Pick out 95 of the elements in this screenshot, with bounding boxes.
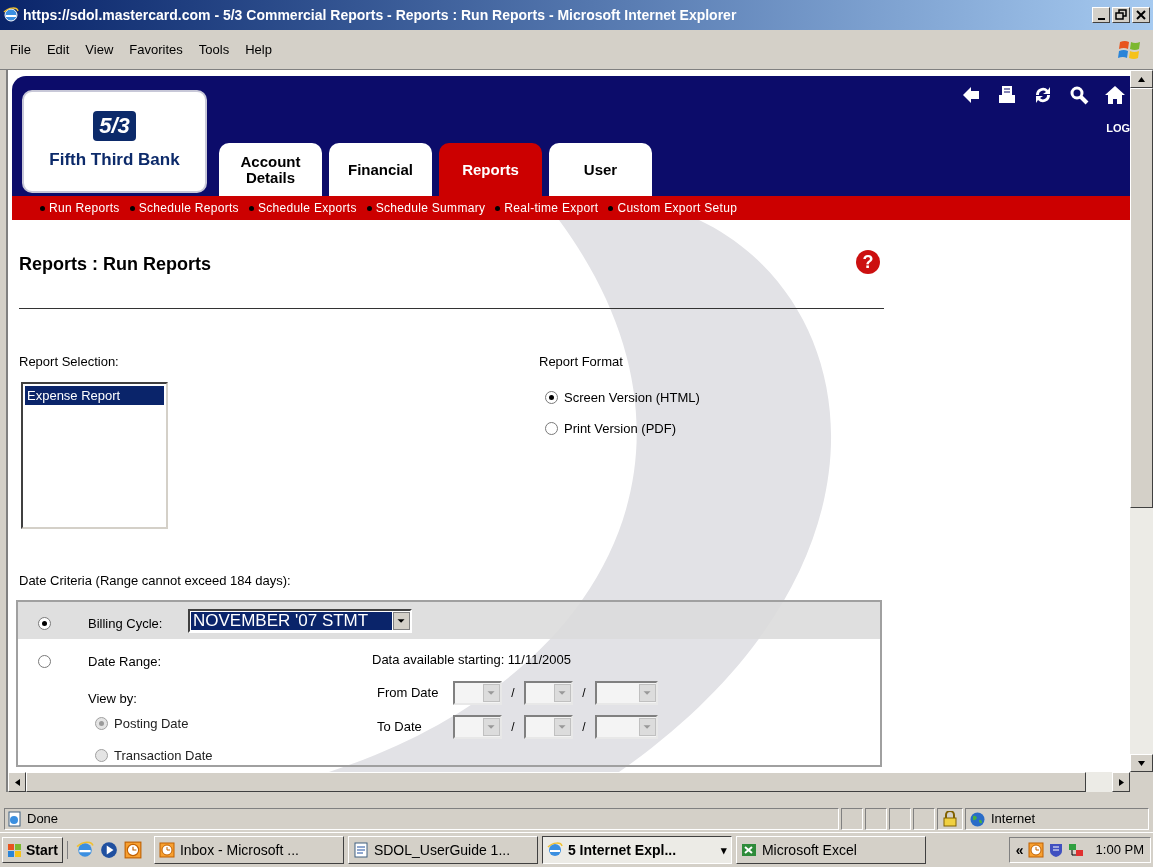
menu-item[interactable]: Tools bbox=[190, 39, 238, 60]
nav-tab[interactable]: Financial bbox=[329, 143, 432, 196]
option-label: Print Version (PDF) bbox=[564, 420, 676, 438]
report-list[interactable]: Expense Report bbox=[21, 381, 168, 529]
subnav-link[interactable]: Run Reports bbox=[49, 199, 120, 217]
browser-icon bbox=[546, 842, 563, 858]
subnav-link[interactable]: Schedule Summary bbox=[375, 199, 486, 217]
status-text: Done bbox=[27, 810, 59, 829]
log-out-link[interactable]: LOG bbox=[1106, 120, 1130, 137]
field-label: Report Format bbox=[539, 353, 624, 371]
menu-item[interactable]: Edit bbox=[38, 39, 78, 60]
status-pane bbox=[913, 808, 935, 830]
subnav-link[interactable]: Schedule Exports bbox=[257, 199, 357, 217]
billing-cycle-dropdown[interactable]: NOVEMBER '07 STMT bbox=[188, 608, 412, 633]
browser-icon[interactable] bbox=[75, 841, 94, 859]
option-label: Transaction Date bbox=[114, 746, 213, 765]
close-button[interactable] bbox=[1132, 7, 1150, 23]
bullet-icon bbox=[366, 205, 372, 211]
clock-time: 1:00 PM bbox=[1095, 841, 1144, 860]
horizontal-scrollbar[interactable] bbox=[8, 772, 1130, 792]
date-separator: / bbox=[510, 718, 516, 736]
bullet-icon bbox=[608, 205, 614, 211]
tray-expand-button[interactable]: « bbox=[1015, 839, 1024, 861]
lock-icon bbox=[943, 811, 957, 827]
close-icon bbox=[1134, 8, 1148, 22]
field-label: Report Selection: bbox=[19, 353, 120, 371]
scroll-left-icon[interactable] bbox=[12, 777, 22, 787]
clock-icon[interactable] bbox=[1027, 842, 1044, 858]
subnav-link[interactable]: Schedule Reports bbox=[138, 199, 239, 217]
scroll-down-icon[interactable] bbox=[1137, 758, 1146, 768]
menu-item[interactable]: View bbox=[77, 39, 122, 60]
play-icon[interactable] bbox=[99, 841, 118, 859]
spreadsheet-icon bbox=[740, 842, 757, 858]
bullet-icon bbox=[248, 205, 254, 211]
nav-tab[interactable]: User bbox=[549, 143, 652, 196]
field-label: Date Range: bbox=[88, 653, 162, 671]
date-separator: / bbox=[581, 684, 587, 702]
windows-flag-icon bbox=[7, 842, 23, 858]
start-button[interactable]: Start bbox=[2, 837, 63, 863]
restore-icon bbox=[1114, 8, 1128, 22]
field-label: From Date bbox=[377, 683, 440, 702]
status-pane bbox=[889, 808, 911, 830]
date-separator: / bbox=[581, 718, 587, 736]
status-pane bbox=[865, 808, 887, 830]
availability-note: Data available starting: 11/11/2005 bbox=[372, 651, 572, 669]
status-pane bbox=[841, 808, 863, 830]
bullet-icon bbox=[129, 205, 135, 211]
field-label: To Date bbox=[377, 717, 423, 736]
globe-icon bbox=[970, 811, 985, 827]
radio-button[interactable] bbox=[545, 390, 558, 404]
field-label: Billing Cycle: bbox=[88, 614, 164, 633]
document-icon bbox=[352, 842, 369, 858]
list-option[interactable]: Expense Report bbox=[25, 385, 164, 405]
security-zone: Internet bbox=[991, 810, 1036, 829]
menu-item[interactable]: Help bbox=[237, 39, 280, 60]
printer-icon[interactable] bbox=[996, 84, 1018, 106]
vertical-scrollbar[interactable] bbox=[1130, 70, 1153, 772]
clock-icon bbox=[158, 842, 175, 858]
scroll-right-icon[interactable] bbox=[1116, 777, 1126, 787]
taskbar-button[interactable]: Microsoft Excel bbox=[735, 836, 926, 864]
nav-tab[interactable]: Reports bbox=[439, 143, 542, 196]
caret-icon: ▾ bbox=[720, 841, 727, 859]
option-label: Screen Version (HTML) bbox=[564, 388, 700, 407]
taskbar-button[interactable]: 5 Internet Expl... ▾ bbox=[541, 836, 732, 864]
menu-item[interactable]: Favorites bbox=[121, 39, 191, 60]
restore-button[interactable] bbox=[1112, 7, 1130, 23]
browser-icon bbox=[3, 7, 19, 23]
bank-logo: 5/3 bbox=[93, 110, 136, 141]
clock-icon[interactable] bbox=[123, 841, 142, 859]
nav-tab[interactable]: Account Details bbox=[219, 143, 322, 196]
page-icon bbox=[7, 811, 23, 827]
network-icon[interactable] bbox=[1067, 842, 1084, 858]
radio-button[interactable] bbox=[545, 422, 558, 436]
radio-button[interactable] bbox=[38, 616, 51, 630]
field-label: View by: bbox=[88, 689, 138, 708]
shield-icon[interactable] bbox=[1047, 842, 1064, 858]
bullet-icon bbox=[40, 205, 45, 211]
minimize-icon bbox=[1097, 18, 1105, 20]
search-icon[interactable] bbox=[1068, 84, 1090, 106]
date-separator: / bbox=[510, 684, 516, 702]
home-icon[interactable] bbox=[1104, 84, 1126, 106]
menu-item[interactable]: File bbox=[2, 39, 39, 60]
scroll-up-icon[interactable] bbox=[1137, 74, 1146, 84]
minimize-button[interactable] bbox=[1092, 7, 1110, 23]
subnav-link[interactable]: Custom Export Setup bbox=[617, 199, 738, 217]
taskbar-button[interactable]: Inbox - Microsoft ... bbox=[153, 836, 344, 864]
help-button[interactable]: ? bbox=[856, 250, 880, 274]
bullet-icon bbox=[495, 205, 501, 211]
window-title: https://sdol.mastercard.com - 5/3 Commercial Reports - Reports : Run Reports - Microsoft Internet Explorer bbox=[23, 5, 738, 25]
taskbar-button[interactable]: SDOL_UserGuide 1... bbox=[347, 836, 538, 864]
section-label: Date Criteria (Range cannot exceed 184 days): bbox=[19, 571, 292, 590]
bank-name: Fifth Third Bank bbox=[49, 148, 180, 171]
page-title: Reports : Run Reports bbox=[19, 252, 211, 276]
subnav-link[interactable]: Real-time Export bbox=[504, 199, 599, 217]
option-label: Posting Date bbox=[114, 715, 189, 733]
